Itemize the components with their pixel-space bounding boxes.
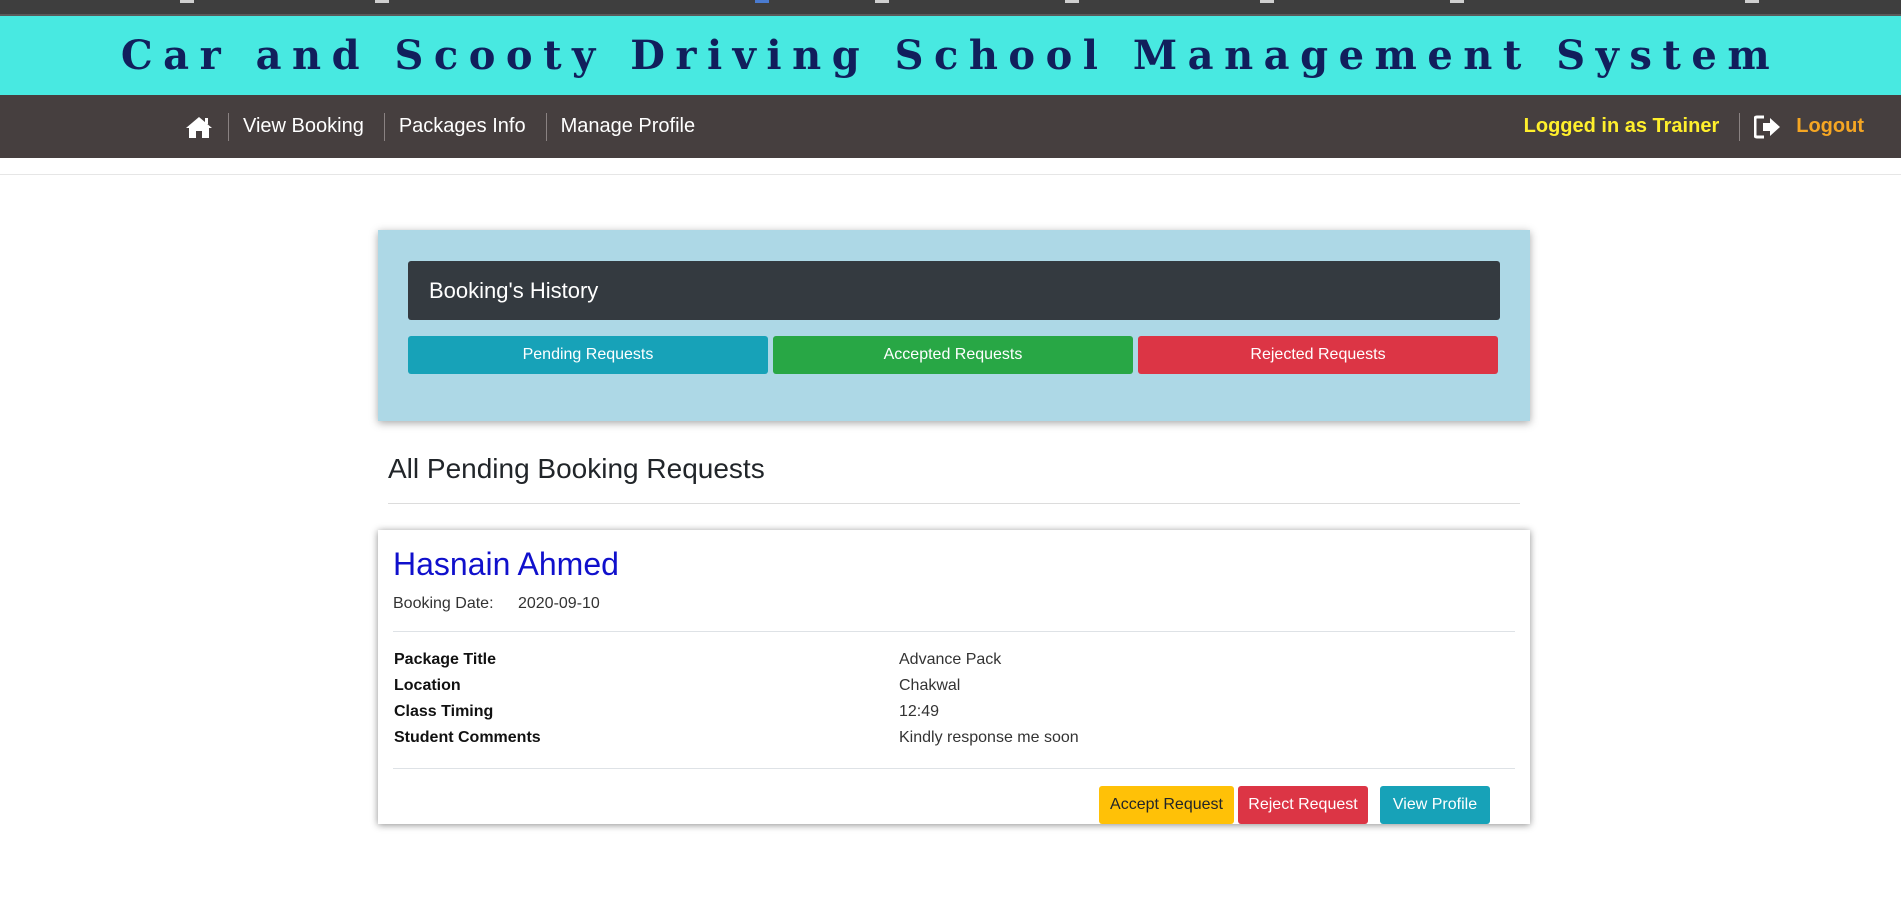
card-divider	[393, 768, 1515, 769]
nav-separator	[383, 112, 385, 141]
detail-value: Advance Pack	[899, 651, 1002, 668]
nav-left-group: View Booking Packages Info Manage Profil…	[184, 95, 715, 158]
sign-out-icon[interactable]	[1754, 113, 1782, 141]
strip-mark	[1745, 0, 1759, 3]
site-title: Car and Scooty Driving School Management…	[120, 32, 1781, 79]
section-title: All Pending Booking Requests	[388, 453, 765, 484]
strip-mark	[755, 0, 769, 3]
nav-separator	[1739, 112, 1741, 141]
logout-link[interactable]: Logout	[1796, 115, 1864, 138]
section-divider	[388, 503, 1520, 504]
main-navbar: View Booking Packages Info Manage Profil…	[0, 95, 1901, 158]
view-profile-button[interactable]: View Profile	[1380, 786, 1490, 824]
booking-history-header: Booking's History	[408, 261, 1500, 320]
booking-date-value: 2020-09-10	[517, 595, 600, 612]
strip-mark	[1260, 0, 1274, 3]
booking-history-panel: Booking's History Pending Requests Accep…	[378, 230, 1530, 421]
home-icon-graphic	[186, 116, 212, 138]
booking-date: Booking Date: 2020-09-10	[393, 595, 600, 613]
nav-right-group: Logged in as Trainer Logout	[1524, 95, 1864, 158]
strip-mark	[180, 0, 194, 3]
page-divider	[0, 174, 1901, 175]
nav-separator	[228, 112, 229, 141]
booking-request-card: Hasnain Ahmed Booking Date: 2020-09-10 P…	[378, 530, 1530, 824]
strip-mark	[1450, 0, 1464, 3]
detail-label: Location	[394, 677, 461, 694]
detail-row: Class Timing 12:49	[394, 703, 1514, 729]
home-icon[interactable]	[184, 112, 214, 142]
nav-manage-profile[interactable]: Manage Profile	[561, 115, 696, 138]
browser-top-strip	[0, 0, 1901, 16]
strip-mark	[875, 0, 889, 3]
detail-label: Student Comments	[394, 729, 541, 746]
sign-out-icon-graphic	[1754, 115, 1781, 138]
card-divider	[393, 631, 1515, 632]
detail-label: Class Timing	[394, 703, 494, 720]
detail-value: 12:49	[899, 703, 940, 720]
detail-row: Location Chakwal	[394, 677, 1514, 703]
nav-packages-info[interactable]: Packages Info	[399, 115, 526, 138]
accept-request-button[interactable]: Accept Request	[1099, 786, 1234, 824]
rejected-requests-button[interactable]: Rejected Requests	[1138, 336, 1498, 374]
detail-label: Package Title	[394, 651, 496, 668]
detail-value: Chakwal	[899, 677, 961, 694]
detail-row: Package Title Advance Pack	[394, 651, 1514, 677]
accepted-requests-button[interactable]: Accepted Requests	[773, 336, 1133, 374]
logged-in-status: Logged in as Trainer	[1523, 115, 1720, 137]
booking-date-label: Booking Date:	[393, 595, 494, 612]
nav-separator	[545, 112, 547, 141]
site-title-bar: Car and Scooty Driving School Management…	[0, 16, 1901, 95]
pending-requests-button[interactable]: Pending Requests	[408, 336, 768, 374]
nav-view-booking[interactable]: View Booking	[243, 115, 364, 138]
strip-mark	[1065, 0, 1079, 3]
detail-row: Student Comments Kindly response me soon	[394, 729, 1514, 755]
detail-value: Kindly response me soon	[899, 729, 1079, 746]
strip-mark	[375, 0, 389, 3]
student-name: Hasnain Ahmed	[393, 546, 619, 582]
reject-request-button[interactable]: Reject Request	[1238, 786, 1368, 824]
